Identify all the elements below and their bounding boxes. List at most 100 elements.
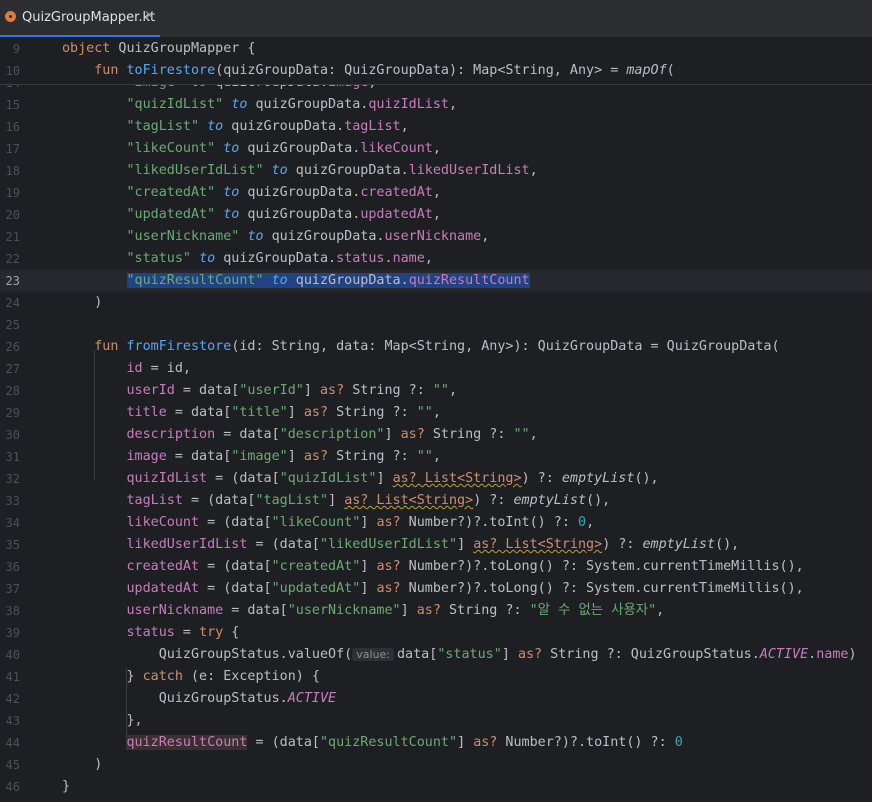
line-number: 33 — [5, 494, 20, 508]
code-token: quizGroupData. — [215, 251, 337, 266]
code-token: = (data[ — [182, 493, 256, 508]
code-line[interactable]: 35 likedUserIdList = (data["likedUserIdL… — [0, 534, 872, 556]
code-text: object QuizGroupMapper { — [62, 38, 256, 60]
code-line[interactable]: 9 object QuizGroupMapper { — [0, 38, 872, 60]
code-line[interactable]: 34 likeCount = (data["likeCount"] as? Nu… — [0, 512, 872, 534]
sticky-scroll-header[interactable]: 9 object QuizGroupMapper {10 fun toFirest… — [0, 38, 872, 85]
line-number: 10 — [5, 64, 20, 78]
code-line[interactable]: 25 — [0, 314, 872, 336]
code-line[interactable]: 20 "updatedAt" to quizGroupData.updatedA… — [0, 204, 872, 226]
line-number: 32 — [5, 472, 20, 486]
code-line[interactable]: 16 "tagList" to quizGroupData.tagList, — [0, 116, 872, 138]
code-line[interactable]: 26 fun fromFirestore(id: String, data: M… — [0, 336, 872, 358]
code-line[interactable]: 45 ) — [0, 754, 872, 776]
code-line[interactable]: 27 id = id, — [0, 358, 872, 380]
code-line[interactable]: 43 }, — [0, 710, 872, 732]
code-token: , — [481, 229, 490, 244]
code-token: "updatedAt" — [126, 207, 216, 222]
code-token: as? — [303, 405, 329, 420]
code-line[interactable]: 21 "userNickname" to quizGroupData.userN… — [0, 226, 872, 248]
code-token: , — [432, 405, 441, 420]
code-editor[interactable]: 14 "image" to quizGroupData.image,15 "qu… — [0, 38, 872, 802]
code-line[interactable]: 31 image = data["image"] as? String ?: "… — [0, 446, 872, 468]
code-line[interactable]: 37 updatedAt = (data["updatedAt"] as? Nu… — [0, 578, 872, 600]
code-line[interactable]: 41 } catch (e: Exception) { — [0, 666, 872, 688]
code-token: tagList — [126, 493, 183, 508]
code-line[interactable]: 32 quizIdList = (data["quizIdList"] as? … — [0, 468, 872, 490]
code-token: "likedUserIdList" — [126, 163, 264, 178]
close-tab-icon[interactable]: × — [144, 8, 155, 23]
code-token: = (data[ — [207, 471, 280, 486]
code-token: quizGroupData. — [239, 207, 361, 222]
code-line[interactable]: 10 fun toFirestore(quizGroupData: QuizGr… — [0, 60, 872, 82]
code-line[interactable]: 38 userNickname = data["userNickname"] a… — [0, 600, 872, 622]
code-text: "tagList" to quizGroupData.tagList, — [62, 116, 409, 138]
code-token: to — [199, 251, 216, 266]
tab-title: QuizGroupMapper.kt — [22, 10, 156, 25]
code-line[interactable]: 42 QuizGroupStatus.ACTIVE — [0, 688, 872, 710]
code-line[interactable]: 29 title = data["title"] as? String ?: "… — [0, 402, 872, 424]
code-line[interactable]: 24 ) — [0, 292, 872, 314]
code-line[interactable]: 44 quizResultCount = (data["quizResultCo… — [0, 732, 872, 754]
code-token: to — [223, 207, 240, 222]
code-text: } catch (e: Exception) { — [62, 666, 320, 688]
code-token: } — [62, 779, 71, 794]
code-line[interactable]: 19 "createdAt" to quizGroupData.createdA… — [0, 182, 872, 204]
code-token: , — [424, 251, 433, 266]
code-token: quizIdList — [126, 471, 208, 486]
code-line[interactable]: 23 "quizResultCount" to quizGroupData.qu… — [0, 270, 872, 292]
code-text: "quizResultCount" to quizGroupData.quizR… — [62, 270, 530, 292]
code-token: description — [126, 427, 216, 442]
code-token: , — [432, 185, 441, 200]
code-text: tagList = (data["tagList"] as? List<Stri… — [62, 490, 611, 512]
code-token: updatedAt — [126, 581, 200, 596]
code-token: = (data[ — [199, 515, 272, 530]
code-token: quizResultCount — [126, 735, 248, 750]
code-token: ) ?: — [602, 537, 643, 552]
code-line[interactable]: 46} — [0, 776, 872, 798]
code-token: } — [62, 669, 143, 684]
code-token: as? List<String> — [473, 537, 603, 552]
code-token: (), — [715, 537, 740, 552]
code-token: "likeCount" — [126, 141, 216, 156]
code-token: object — [62, 41, 111, 56]
line-number: 36 — [5, 560, 20, 574]
code-token: ] — [287, 405, 304, 420]
code-line[interactable]: 15 "quizIdList" to quizGroupData.quizIdL… — [0, 94, 872, 116]
code-line[interactable]: 22 "status" to quizGroupData.status.name… — [0, 248, 872, 270]
line-number: 25 — [5, 318, 20, 332]
code-line[interactable]: 18 "likedUserIdList" to quizGroupData.li… — [0, 160, 872, 182]
code-line[interactable]: 33 tagList = (data["tagList"] as? List<S… — [0, 490, 872, 512]
code-line[interactable]: 28 userId = data["userId"] as? String ?:… — [0, 380, 872, 402]
line-number: 28 — [5, 384, 20, 398]
code-token: , — [432, 207, 441, 222]
line-number: 35 — [5, 538, 20, 552]
tab-quizgroupmapper[interactable]: QuizGroupMapper.kt × — [0, 0, 160, 37]
code-token: "tagList" — [126, 119, 200, 134]
code-token: ] — [501, 647, 518, 662]
line-number: 23 — [5, 274, 20, 288]
line-number: 40 — [5, 648, 20, 662]
code-token: as? — [517, 647, 543, 662]
code-line[interactable]: 17 "likeCount" to quizGroupData.likeCoun… — [0, 138, 872, 160]
code-token: , — [529, 163, 538, 178]
code-line[interactable]: 30 description = data["description"] as?… — [0, 424, 872, 446]
code-line[interactable]: 40 QuizGroupStatus.valueOf(value: data["s… — [0, 644, 872, 666]
line-number: 31 — [5, 450, 20, 464]
code-token: createdAt — [126, 559, 200, 574]
code-token: quizGroupData. — [247, 97, 369, 112]
code-line[interactable]: 39 status = try { — [0, 622, 872, 644]
code-text: }, — [62, 710, 142, 732]
code-text: description = data["description"] as? St… — [62, 424, 538, 446]
code-token: "" — [416, 405, 433, 420]
code-token: to — [207, 119, 224, 134]
code-token: catch — [142, 669, 183, 684]
code-token: id — [126, 361, 143, 376]
code-line[interactable]: 36 createdAt = (data["createdAt"] as? Nu… — [0, 556, 872, 578]
